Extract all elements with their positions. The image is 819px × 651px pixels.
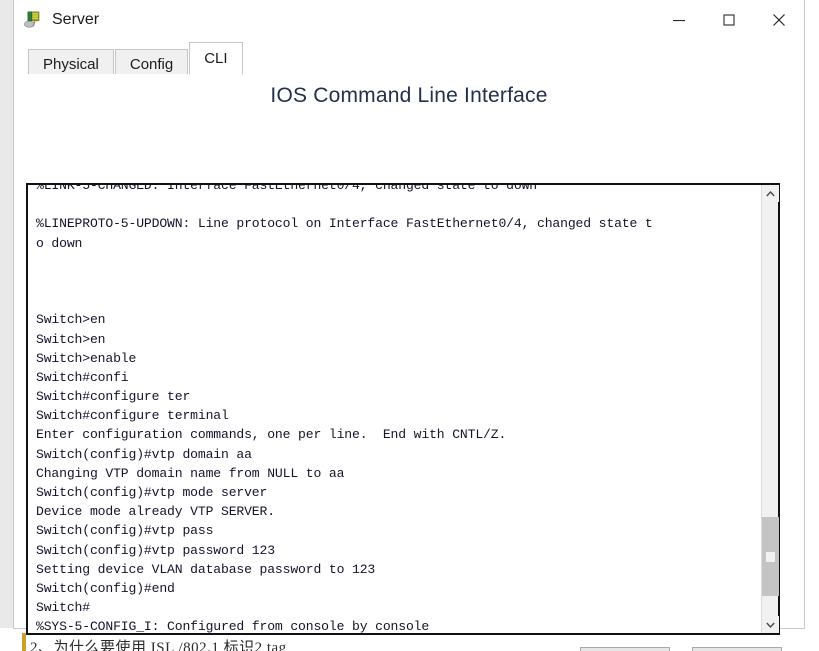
terminal-line: %LINK-5-CHANGED: Interface FastEthernet0… [36, 185, 537, 193]
tab-config-label: Config [129, 56, 174, 73]
chevron-down-icon [766, 622, 775, 628]
terminal-line: %SYS-5-CONFIG_I: Configured from console… [36, 619, 430, 633]
terminal-line: %LINEPROTO-5-UPDOWN: Line protocol on In… [36, 216, 653, 232]
scrollbar-thumb[interactable] [762, 517, 779, 596]
terminal-line: Switch>en [36, 312, 106, 328]
tab-cli[interactable]: CLI [189, 42, 243, 75]
terminal-line: Switch# [36, 600, 90, 616]
terminal-line: Changing VTP domain name from NULL to aa [36, 465, 345, 481]
panel-title: IOS Command Line Interface [270, 84, 548, 107]
paste-button[interactable]: Paste [692, 647, 782, 651]
scrollbar-thumb-grip [766, 551, 775, 562]
terminal-line: Switch#confi [36, 369, 129, 385]
terminal-output[interactable]: %LINK-5-CHANGED: Interface FastEthernet0… [28, 185, 761, 633]
terminal-line: o down [36, 235, 83, 251]
tab-cli-label: CLI [204, 50, 228, 67]
terminal-line: Switch(config)#vtp mode server [36, 485, 268, 500]
background-document-marker [22, 633, 26, 651]
scroll-down-button[interactable] [762, 616, 779, 633]
tab-physical-label: Physical [43, 56, 99, 73]
terminal-line: Device mode already VTP SERVER. [36, 504, 275, 520]
action-buttons: Copy Paste [580, 647, 782, 651]
terminal-lines: %LINK-5-CHANGED: Interface FastEthernet0… [36, 185, 653, 633]
maximize-icon [723, 14, 735, 26]
close-icon [773, 14, 785, 26]
copy-button[interactable]: Copy [580, 647, 670, 651]
terminal-line: Switch(config)#end [36, 580, 175, 596]
background-document-text: 2、为什么要使用 ISL /802.1 标识2 tag [30, 640, 287, 651]
terminal-line: Switch#configure ter [36, 389, 191, 405]
cli-panel: IOS Command Line Interface %LINK-5-CHANG… [14, 74, 804, 651]
window-controls [654, 0, 804, 40]
minimize-button[interactable] [654, 0, 704, 40]
terminal-line: Switch>en [36, 331, 106, 347]
close-button[interactable] [754, 0, 804, 40]
terminal-line: Switch(config)#vtp pass [36, 523, 214, 539]
chevron-up-icon [766, 190, 775, 196]
maximize-button[interactable] [704, 0, 754, 40]
window-title: Server [52, 11, 100, 28]
terminal-line: Enter configuration commands, one per li… [36, 427, 507, 443]
tab-strip: Physical Config CLI [14, 40, 804, 78]
scroll-up-button[interactable] [762, 185, 779, 202]
minimize-icon [673, 20, 685, 22]
terminal-frame: %LINK-5-CHANGED: Interface FastEthernet0… [26, 183, 780, 635]
terminal-line: Switch(config)#vtp password 123 [36, 542, 275, 558]
server-dialog-window: Server Physical Config CLI IOS Command L… [14, 0, 804, 651]
terminal-line: Switch#configure terminal [36, 408, 229, 424]
page-root: 2、为什么要使用 ISL /802.1 标识2 tag Server Physi… [0, 0, 819, 651]
left-gutter [0, 0, 14, 628]
terminal-scrollbar[interactable] [761, 185, 779, 633]
terminal-line: Setting device VLAN database password to… [36, 561, 376, 577]
terminal-line: Switch(config)#vtp domain aa [36, 446, 252, 462]
server-device-icon [23, 11, 40, 28]
terminal-line: Switch>enable [36, 350, 137, 366]
window-titlebar: Server [14, 0, 804, 40]
